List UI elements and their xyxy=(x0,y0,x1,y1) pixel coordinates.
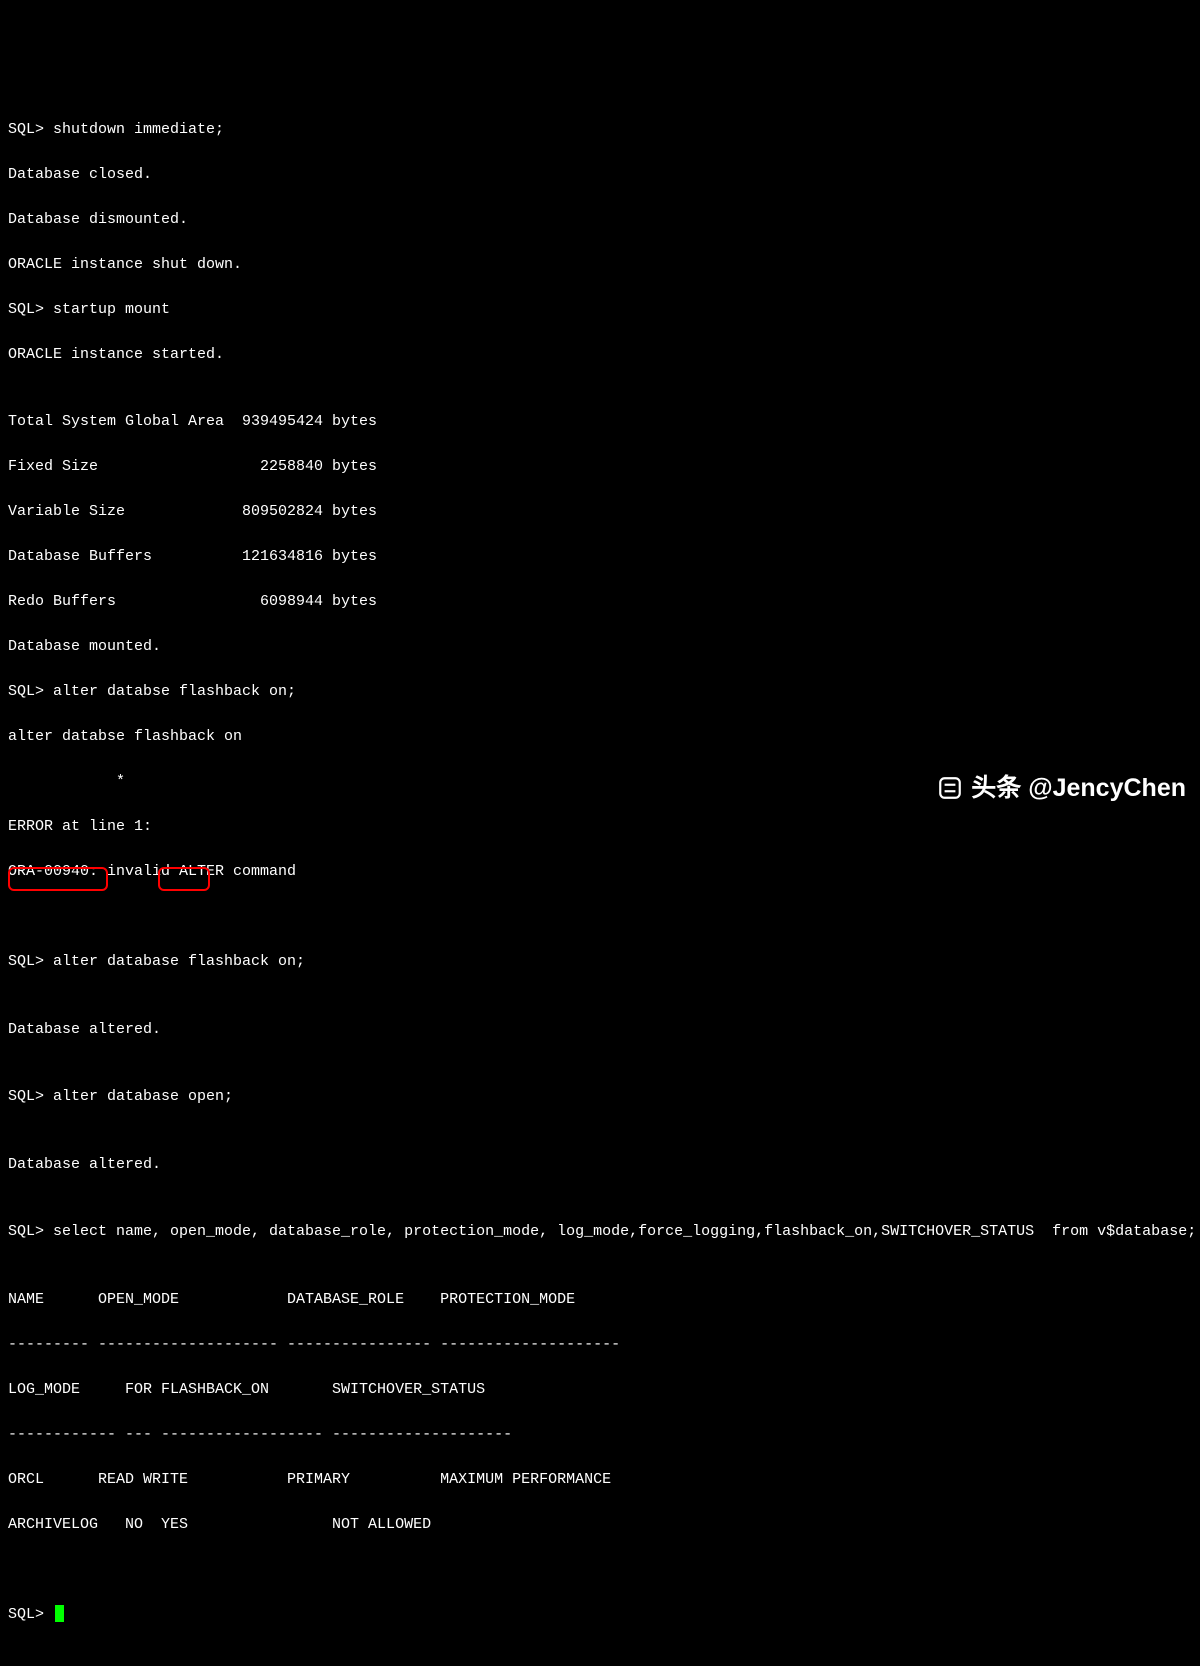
terminal-output[interactable]: SQL> shutdown immediate; Database closed… xyxy=(8,96,1192,1666)
terminal-line: --------- -------------------- ---------… xyxy=(8,1334,1192,1357)
terminal-line: Database Buffers 121634816 bytes xyxy=(8,546,1192,569)
toutiao-icon xyxy=(937,775,963,801)
terminal-line: LOG_MODE FOR FLASHBACK_ON SWITCHOVER_STA… xyxy=(8,1379,1192,1402)
terminal-line: Database mounted. xyxy=(8,636,1192,659)
sql-prompt-line[interactable]: SQL> xyxy=(8,1604,1192,1627)
cursor-icon xyxy=(55,1605,64,1622)
terminal-line: NAME OPEN_MODE DATABASE_ROLE PROTECTION_… xyxy=(8,1289,1192,1312)
watermark-text: 头条 @JencyChen xyxy=(971,770,1186,808)
terminal-line: Database closed. xyxy=(8,164,1192,187)
terminal-line: ------------ --- ------------------ ----… xyxy=(8,1424,1192,1447)
terminal-line: SQL> alter database flashback on; xyxy=(8,951,1192,974)
terminal-line: SQL> startup mount xyxy=(8,299,1192,322)
watermark: 头条 @JencyChen xyxy=(937,770,1186,808)
terminal-line: ORCL READ WRITE PRIMARY MAXIMUM PERFORMA… xyxy=(8,1469,1192,1492)
terminal-line: ORACLE instance started. xyxy=(8,344,1192,367)
terminal-line: Fixed Size 2258840 bytes xyxy=(8,456,1192,479)
terminal-line: Database altered. xyxy=(8,1019,1192,1042)
terminal-line: SQL> shutdown immediate; xyxy=(8,119,1192,142)
terminal-line: Variable Size 809502824 bytes xyxy=(8,501,1192,524)
terminal-line: ORACLE instance shut down. xyxy=(8,254,1192,277)
terminal-line: SQL> select name, open_mode, database_ro… xyxy=(8,1221,1192,1244)
terminal-line: SQL> alter databse flashback on; xyxy=(8,681,1192,704)
terminal-line: ERROR at line 1: xyxy=(8,816,1192,839)
sql-prompt: SQL> xyxy=(8,1606,53,1623)
terminal-line: Total System Global Area 939495424 bytes xyxy=(8,411,1192,434)
terminal-line: Database altered. xyxy=(8,1154,1192,1177)
terminal-line: Database dismounted. xyxy=(8,209,1192,232)
terminal-line: SQL> alter database open; xyxy=(8,1086,1192,1109)
terminal-line: alter databse flashback on xyxy=(8,726,1192,749)
terminal-line: ARCHIVELOG NO YES NOT ALLOWED xyxy=(8,1514,1192,1537)
terminal-line: ORA-00940: invalid ALTER command xyxy=(8,861,1192,884)
terminal-line: Redo Buffers 6098944 bytes xyxy=(8,591,1192,614)
